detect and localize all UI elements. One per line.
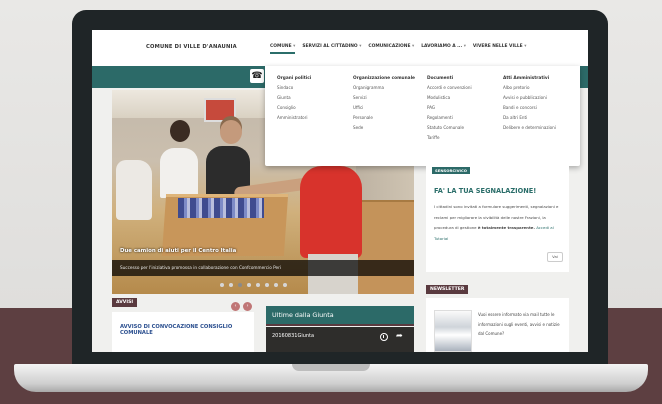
menu-item-amministratori[interactable]: Amministratori <box>277 116 347 121</box>
menu-column: Organizzazione comunale Organigramma Ser… <box>353 76 423 136</box>
avvisi-title[interactable]: AVVISO DI CONVOCAZIONE CONSIGLIO COMUNAL… <box>120 324 240 337</box>
slide-person-head <box>220 120 242 144</box>
menu-column-title: Documenti <box>427 76 454 81</box>
nav-item-comune[interactable]: COMUNE ▾ <box>270 44 296 54</box>
clock-icon[interactable] <box>380 333 388 341</box>
menu-column: Documenti Accordi e convenzioni Modulist… <box>427 76 497 146</box>
menu-item-albo[interactable]: Albo pretorio <box>503 86 573 91</box>
nav-label: VIVERE NELLE VILLE <box>472 44 523 49</box>
giunta-divider <box>266 324 414 326</box>
slider-dot[interactable] <box>229 283 233 287</box>
segnalazione-bold: è totalmente trasparente. <box>477 225 535 230</box>
menu-item-sindaco[interactable]: Sindaco <box>277 86 347 91</box>
menu-item-delibere[interactable]: Delibere e determinazioni <box>503 126 573 131</box>
share-icon[interactable]: ➦ <box>396 332 403 340</box>
menu-item-consiglio[interactable]: Consiglio <box>277 106 347 111</box>
slide-person <box>300 166 362 258</box>
menu-column-title: Organi politici <box>277 76 312 81</box>
menu-item-modulistica[interactable]: Modulistica <box>427 96 497 101</box>
newsletter-thumbnail <box>434 310 472 352</box>
chevron-down-icon: ▾ <box>524 44 527 49</box>
menu-item-altri-enti[interactable]: Da altri Enti <box>503 116 573 121</box>
slide-subcaption-bar: Successo per l'iniziativa promossa in co… <box>112 260 414 276</box>
segnalazione-title[interactable]: FA' LA TUA SEGNALAZIONE! <box>434 187 536 195</box>
menu-item-organigramma[interactable]: Organigramma <box>353 86 423 91</box>
menu-item-servizi[interactable]: Servizi <box>353 96 423 101</box>
nav-item-vivere[interactable]: VIVERE NELLE VILLE ▾ <box>473 44 527 49</box>
menu-column: Organi politici Sindaco Giunta Consiglio… <box>277 76 347 126</box>
nav-label: COMUNE <box>270 44 292 49</box>
slider-dot[interactable] <box>283 283 287 287</box>
menu-item-accordi[interactable]: Accordi e convenzioni <box>427 86 497 91</box>
menu-column-title: Atti Amministrativi <box>503 76 550 81</box>
chevron-down-icon: ▾ <box>293 44 296 49</box>
vai-button[interactable]: Vai <box>547 252 563 262</box>
nav-item-lavoriamo[interactable]: LAVORIAMO A ... ▾ <box>421 44 466 49</box>
segnalazione-badge: SENSORCIVICO <box>432 167 470 174</box>
segnalazione-box: SENSORCIVICO FA' LA TUA SEGNALAZIONE! I … <box>426 166 569 272</box>
slider-dot[interactable] <box>247 283 251 287</box>
chevron-down-icon: ▾ <box>412 44 415 49</box>
menu-item-sede[interactable]: Sede <box>353 126 423 131</box>
menu-item-personale[interactable]: Personale <box>353 116 423 121</box>
slide-window <box>204 98 236 122</box>
menu-column-title: Organizzazione comunale <box>353 76 415 81</box>
slide-books <box>178 198 264 218</box>
newsletter-text: Vuoi essere informato via mail tutte le … <box>478 312 560 336</box>
slide-person-head <box>170 120 190 142</box>
chevron-down-icon: ▾ <box>463 44 466 49</box>
slide-boxes <box>356 200 414 294</box>
slider-dot[interactable] <box>220 283 224 287</box>
giunta-header: Ultime dalla Giunta <box>266 306 414 324</box>
menu-item-uffici[interactable]: Uffici <box>353 106 423 111</box>
nav-item-comunicazione[interactable]: COMUNICAZIONE ▾ <box>368 44 414 49</box>
slide-subcaption: Successo per l'iniziativa promossa in co… <box>120 265 281 270</box>
slider-dot-active[interactable] <box>238 283 242 287</box>
menu-column: Atti Amministrativi Albo pretorio Avvisi… <box>503 76 573 136</box>
slide-caption[interactable]: Due camion di aiuti per il Centro Italia <box>120 248 236 254</box>
menu-item-regolamenti[interactable]: Regolamenti <box>427 116 497 121</box>
menu-item-giunta[interactable]: Giunta <box>277 96 347 101</box>
menu-item-pag[interactable]: PAG <box>427 106 497 111</box>
menu-item-statuto[interactable]: Statuto Comunale <box>427 126 497 131</box>
slider-dots <box>220 283 287 287</box>
phone-icon[interactable]: ☎ <box>250 69 264 83</box>
laptop-notch <box>292 364 370 371</box>
newsletter-badge: NEWSLETTER <box>426 285 469 294</box>
main-nav: COMUNE ▾ SERVIZI AL CITTADINO ▾ COMUNICA… <box>270 44 527 54</box>
comune-dropdown-menu: Organi politici Sindaco Giunta Consiglio… <box>265 66 580 166</box>
avvisi-box: AVVISO DI CONVOCAZIONE CONSIGLIO COMUNAL… <box>112 312 254 352</box>
slider-dot[interactable] <box>274 283 278 287</box>
chevron-down-icon: ▾ <box>359 44 362 49</box>
site-logo[interactable]: COMUNE DI VILLE D'ANAUNIA <box>146 44 237 50</box>
menu-item-tariffe[interactable]: Tariffe <box>427 136 497 141</box>
laptop-screen: COMUNE DI VILLE D'ANAUNIA COMUNE ▾ SERVI… <box>92 30 588 352</box>
slider-dot[interactable] <box>256 283 260 287</box>
avvisi-badge: AVVISI <box>112 298 138 307</box>
nav-label: LAVORIAMO A ... <box>421 44 463 49</box>
newsletter-box: Vuoi essere informato via mail tutte le … <box>426 298 569 352</box>
giunta-video[interactable]: 20160831Giunta ➦ <box>266 327 414 352</box>
nav-item-servizi[interactable]: SERVIZI AL CITTADINO ▾ <box>302 44 361 49</box>
nav-label: COMUNICAZIONE <box>368 44 411 49</box>
site-header: COMUNE DI VILLE D'ANAUNIA COMUNE ▾ SERVI… <box>92 30 588 66</box>
avvisi-next-button[interactable]: › <box>243 302 252 311</box>
slider-dot[interactable] <box>265 283 269 287</box>
slide-person <box>160 148 198 198</box>
avvisi-prev-button[interactable]: ‹ <box>231 302 240 311</box>
segnalazione-text: I cittadini sono invitati a formulare su… <box>434 202 564 244</box>
slide-bag <box>116 160 152 220</box>
video-title[interactable]: 20160831Giunta <box>272 333 314 339</box>
menu-item-avvisi[interactable]: Avvisi e pubblicazioni <box>503 96 573 101</box>
nav-label: SERVIZI AL CITTADINO <box>302 44 358 49</box>
menu-item-bandi[interactable]: Bandi e concorsi <box>503 106 573 111</box>
